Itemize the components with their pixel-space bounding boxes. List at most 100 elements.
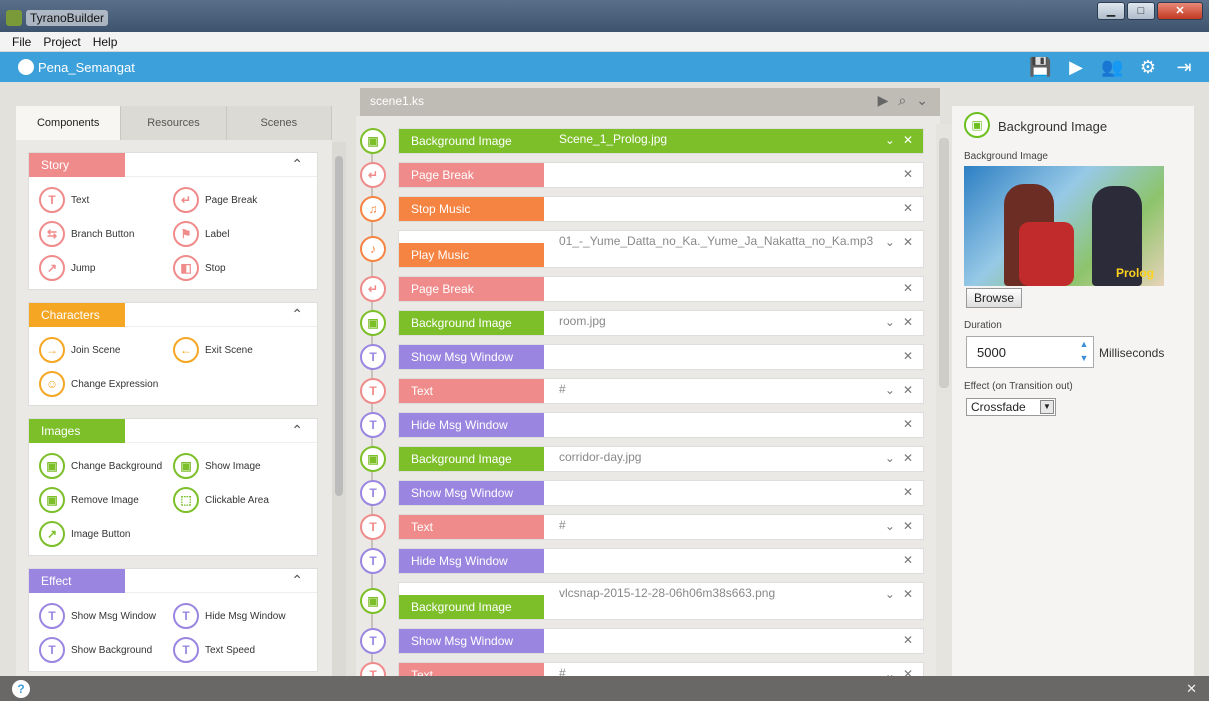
scroll-thumb[interactable] bbox=[939, 138, 949, 388]
timeline-row[interactable]: T Show Msg Window ✕ bbox=[356, 344, 926, 370]
timeline-card[interactable]: Page Break ✕ bbox=[398, 276, 924, 302]
delete-icon[interactable]: ✕ bbox=[903, 417, 913, 431]
expand-icon[interactable]: ⌄ bbox=[885, 451, 895, 465]
delete-icon[interactable]: ✕ bbox=[903, 315, 913, 329]
tab-scenes[interactable]: Scenes bbox=[226, 106, 332, 140]
timeline-card[interactable]: Background Image vlcsnap-2015-12-28-06h06… bbox=[398, 582, 924, 620]
timeline-row[interactable]: ↵ Page Break ✕ bbox=[356, 276, 926, 302]
timeline-row[interactable]: T Hide Msg Window ✕ bbox=[356, 412, 926, 438]
play-icon[interactable]: ▶ bbox=[1065, 56, 1087, 78]
maximize-button[interactable]: □ bbox=[1127, 2, 1155, 20]
component-item[interactable]: ← Exit Scene bbox=[173, 333, 307, 367]
component-item[interactable]: ⇆ Branch Button bbox=[39, 217, 173, 251]
chevron-up-icon[interactable]: ⌃ bbox=[291, 572, 303, 589]
delete-icon[interactable]: ✕ bbox=[903, 235, 913, 249]
duration-stepper[interactable]: ▲ ▼ bbox=[1077, 337, 1091, 367]
delete-icon[interactable]: ✕ bbox=[903, 201, 913, 215]
component-item[interactable]: T Show Msg Window bbox=[39, 599, 173, 633]
menu-help[interactable]: Help bbox=[87, 32, 124, 51]
characters-icon[interactable]: 👥 bbox=[1101, 56, 1123, 78]
timeline-card[interactable]: Text # ⌄ ✕ bbox=[398, 662, 924, 676]
timeline-row[interactable]: T Text # ⌄ ✕ bbox=[356, 514, 926, 540]
collapse-icon[interactable]: ⌄ bbox=[916, 92, 928, 109]
search-icon[interactable]: ⌕ bbox=[898, 92, 906, 109]
export-icon[interactable]: ⇥ bbox=[1173, 56, 1195, 78]
component-item[interactable]: ⚑ Label bbox=[173, 217, 307, 251]
timeline-card[interactable]: Hide Msg Window ✕ bbox=[398, 548, 924, 574]
timeline-row[interactable]: ▣ Background Image vlcsnap-2015-12-28-06h0… bbox=[356, 582, 926, 620]
timeline-row[interactable]: T Hide Msg Window ✕ bbox=[356, 548, 926, 574]
component-item[interactable]: T Show Background bbox=[39, 633, 173, 667]
component-item[interactable]: T Text bbox=[39, 183, 173, 217]
delete-icon[interactable]: ✕ bbox=[903, 451, 913, 465]
component-item[interactable]: ☺ Change Expression bbox=[39, 367, 173, 401]
timeline-card[interactable]: Show Msg Window ✕ bbox=[398, 628, 924, 654]
tab-components[interactable]: Components bbox=[16, 106, 122, 140]
timeline-card[interactable]: Background Image room.jpg ⌄ ✕ bbox=[398, 310, 924, 336]
timeline-row[interactable]: ▣ Background Image room.jpg ⌄ ✕ bbox=[356, 310, 926, 336]
timeline-card[interactable]: Show Msg Window ✕ bbox=[398, 480, 924, 506]
expand-icon[interactable]: ⌄ bbox=[885, 519, 895, 533]
timeline-card[interactable]: Text # ⌄ ✕ bbox=[398, 378, 924, 404]
delete-icon[interactable]: ✕ bbox=[903, 349, 913, 363]
delete-icon[interactable]: ✕ bbox=[903, 519, 913, 533]
timeline-row[interactable]: T Show Msg Window ✕ bbox=[356, 628, 926, 654]
component-item[interactable]: ↗ Jump bbox=[39, 251, 173, 285]
component-item[interactable]: ▣ Show Image bbox=[173, 449, 307, 483]
delete-icon[interactable]: ✕ bbox=[903, 485, 913, 499]
expand-icon[interactable]: ⌄ bbox=[885, 667, 895, 676]
component-item[interactable]: ⬚ Clickable Area bbox=[173, 483, 307, 517]
timeline-row[interactable]: T Text # ⌄ ✕ bbox=[356, 662, 926, 676]
component-item[interactable]: → Join Scene bbox=[39, 333, 173, 367]
group-header[interactable]: Images ⌃ bbox=[29, 419, 317, 443]
timeline-row[interactable]: ▣ Background Image Scene_1_Prolog.jpg ⌄ ✕ bbox=[356, 128, 926, 154]
menu-file[interactable]: File bbox=[6, 32, 37, 51]
expand-icon[interactable]: ⌄ bbox=[885, 235, 895, 249]
timeline-row[interactable]: ♪ Play Music 01_-_Yume_Datta_no_Ka._Yume_J… bbox=[356, 230, 926, 268]
help-icon[interactable]: ? bbox=[12, 680, 30, 698]
timeline-card[interactable]: Text # ⌄ ✕ bbox=[398, 514, 924, 540]
component-item[interactable]: ▣ Remove Image bbox=[39, 483, 173, 517]
chevron-up-icon[interactable]: ⌃ bbox=[291, 422, 303, 439]
browse-button[interactable]: Browse bbox=[966, 288, 1022, 308]
delete-icon[interactable]: ✕ bbox=[903, 587, 913, 601]
timeline-card[interactable]: Stop Music ✕ bbox=[398, 196, 924, 222]
timeline-card[interactable]: Play Music 01_-_Yume_Datta_no_Ka._Yume_Ja… bbox=[398, 230, 924, 268]
component-item[interactable]: ▣ Change Background bbox=[39, 449, 173, 483]
group-header[interactable]: Characters ⌃ bbox=[29, 303, 317, 327]
component-item[interactable]: T Hide Msg Window bbox=[173, 599, 307, 633]
close-bar-icon[interactable]: ✕ bbox=[1186, 681, 1197, 697]
dropdown-arrow-icon[interactable]: ▼ bbox=[1040, 400, 1054, 414]
effect-select[interactable]: Crossfade ▼ bbox=[966, 398, 1056, 416]
delete-icon[interactable]: ✕ bbox=[903, 553, 913, 567]
menu-project[interactable]: Project bbox=[37, 32, 86, 51]
timeline-row[interactable]: T Show Msg Window ✕ bbox=[356, 480, 926, 506]
timeline-card[interactable]: Background Image Scene_1_Prolog.jpg ⌄ ✕ bbox=[398, 128, 924, 154]
expand-icon[interactable]: ⌄ bbox=[885, 133, 895, 147]
save-icon[interactable]: 💾 bbox=[1029, 56, 1051, 78]
component-item[interactable]: ↗ Image Button bbox=[39, 517, 173, 551]
components-scrollbar[interactable] bbox=[332, 142, 346, 676]
delete-icon[interactable]: ✕ bbox=[903, 281, 913, 295]
delete-icon[interactable]: ✕ bbox=[903, 633, 913, 647]
component-item[interactable]: ↵ Page Break bbox=[173, 183, 307, 217]
timeline-row[interactable]: T Text # ⌄ ✕ bbox=[356, 378, 926, 404]
chevron-up-icon[interactable]: ⌃ bbox=[291, 306, 303, 323]
timeline-card[interactable]: Show Msg Window ✕ bbox=[398, 344, 924, 370]
delete-icon[interactable]: ✕ bbox=[903, 667, 913, 676]
component-item[interactable]: ◧ Stop bbox=[173, 251, 307, 285]
timeline-card[interactable]: Page Break ✕ bbox=[398, 162, 924, 188]
component-item[interactable]: T Text Speed bbox=[173, 633, 307, 667]
expand-icon[interactable]: ⌄ bbox=[885, 383, 895, 397]
expand-icon[interactable]: ⌄ bbox=[885, 315, 895, 329]
expand-icon[interactable]: ⌄ bbox=[885, 587, 895, 601]
settings-gear-icon[interactable]: ⚙ bbox=[1137, 56, 1159, 78]
delete-icon[interactable]: ✕ bbox=[903, 383, 913, 397]
play-scene-icon[interactable]: ▶ bbox=[878, 92, 889, 109]
close-button[interactable]: ✕ bbox=[1157, 2, 1203, 20]
duration-input[interactable] bbox=[967, 337, 1067, 367]
group-header[interactable]: Effect ⌃ bbox=[29, 569, 317, 593]
tab-resources[interactable]: Resources bbox=[121, 106, 227, 140]
timeline-row[interactable]: ♫ Stop Music ✕ bbox=[356, 196, 926, 222]
timeline-scrollbar[interactable] bbox=[936, 124, 952, 676]
